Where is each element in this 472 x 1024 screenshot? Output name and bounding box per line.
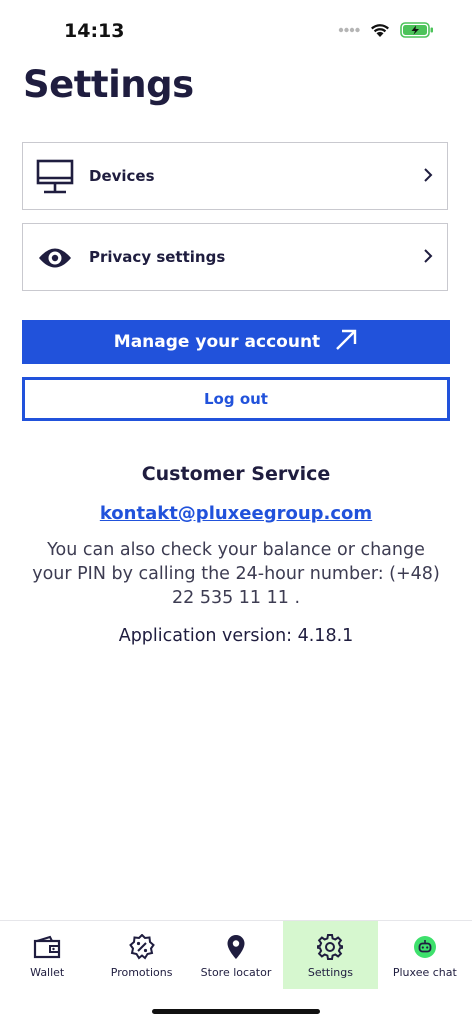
chat-bot-icon [413,934,437,960]
devices-menu-item[interactable]: Devices [22,142,448,210]
tab-store-locator[interactable]: Store locator [189,921,283,989]
status-time: 14:13 [64,20,125,42]
manage-account-button[interactable]: Manage your account [22,320,450,364]
privacy-settings-menu-item[interactable]: Privacy settings [22,223,448,291]
tab-promotions-label: Promotions [110,966,173,979]
chevron-right-icon [423,248,433,268]
customer-service-email-link[interactable]: kontakt@pluxeegroup.com [0,503,472,524]
customer-service-title: Customer Service [141,463,331,485]
gear-icon [317,934,344,960]
battery-charging-icon [400,22,433,38]
monitor-icon [35,157,75,197]
eye-icon [35,238,75,278]
tab-wallet-label: Wallet [30,966,65,979]
tab-pluxee-chat[interactable]: Pluxee chat [378,921,472,989]
tab-promotions[interactable]: Promotions [94,921,188,989]
tab-store-locator-label: Store locator [200,966,272,979]
status-bar: 14:13 [0,0,472,60]
chevron-right-icon [423,167,433,187]
app-version: Application version: 4.18.1 [118,626,354,646]
external-link-arrow-icon [334,328,358,357]
wifi-icon [371,23,389,37]
customer-service-info: You can also check your balance or chang… [32,540,440,608]
logout-label: Log out [204,390,268,408]
manage-account-label: Manage your account [113,332,321,352]
home-indicator [152,1009,320,1014]
devices-label: Devices [89,167,155,185]
signal-dots-icon [338,27,360,33]
bottom-tab-bar: Wallet Promotions Store locator Settings… [0,920,472,989]
tab-settings-label: Settings [307,966,353,979]
map-pin-icon [226,934,246,960]
tab-settings[interactable]: Settings [283,921,378,989]
wallet-icon [33,934,61,960]
percent-badge-icon [128,934,155,960]
page-title: Settings [23,63,194,106]
privacy-settings-label: Privacy settings [89,248,226,266]
logout-button[interactable]: Log out [22,377,450,421]
tab-wallet[interactable]: Wallet [0,921,94,989]
tab-pluxee-chat-label: Pluxee chat [392,966,457,979]
status-icons [338,22,434,38]
